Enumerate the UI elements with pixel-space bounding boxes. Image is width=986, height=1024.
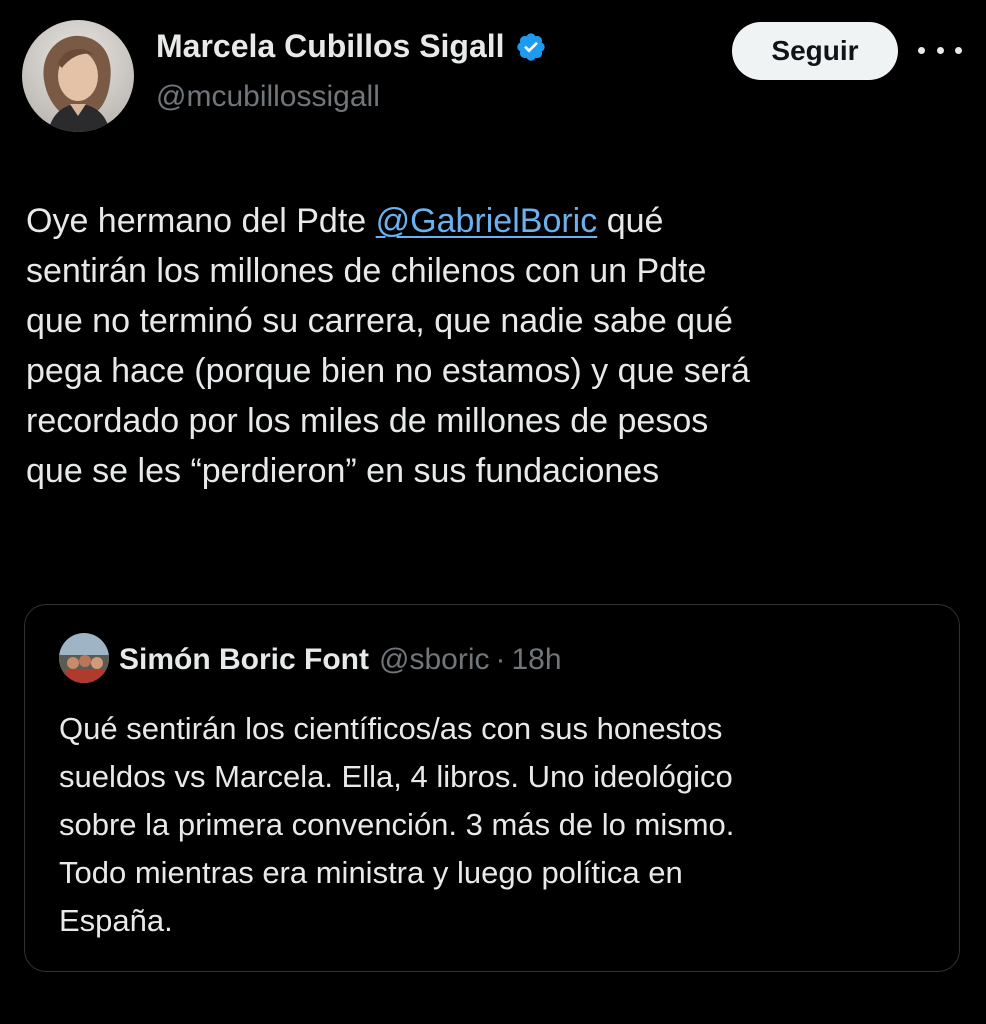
verified-badge-icon bbox=[515, 31, 547, 63]
author-display-name[interactable]: Marcela Cubillos Sigall bbox=[156, 28, 505, 65]
author-avatar[interactable] bbox=[22, 20, 134, 132]
quoted-tweet-card[interactable]: Simón Boric Font @sboric · 18h Qué senti… bbox=[24, 604, 960, 972]
tweet-line: que se les “perdieron” en sus fundacione… bbox=[26, 452, 660, 490]
author-name-row: Marcela Cubillos Sigall bbox=[156, 28, 547, 65]
follow-button[interactable]: Seguir bbox=[732, 22, 898, 80]
more-dot bbox=[955, 46, 962, 54]
quoted-tweet-line: sueldos vs Marcela. Ella, 4 libros. Uno … bbox=[59, 759, 733, 794]
tweet-body: Oye hermano del Pdte @GabrielBoric qué s… bbox=[26, 196, 956, 496]
quoted-author-name[interactable]: Simón Boric Font bbox=[119, 643, 369, 677]
tweet-line: sentirán los millones de chilenos con un… bbox=[26, 252, 707, 290]
quoted-tweet-line: sobre la primera convención. 3 más de lo… bbox=[59, 807, 735, 842]
more-dot bbox=[936, 46, 944, 54]
quoted-tweet-line: Qué sentirán los científicos/as con sus … bbox=[59, 711, 723, 746]
quoted-tweet-line: Todo mientras era ministra y luego polít… bbox=[59, 855, 683, 890]
more-options-icon[interactable] bbox=[918, 38, 962, 62]
quoted-author-handle[interactable]: @sboric bbox=[379, 643, 489, 677]
more-dot bbox=[918, 46, 925, 54]
quoted-tweet-header: Simón Boric Font @sboric · 18h bbox=[119, 643, 562, 677]
tweet-header: Marcela Cubillos Sigall @mcubillossigall… bbox=[0, 0, 986, 150]
author-handle[interactable]: @mcubillossigall bbox=[156, 80, 380, 114]
separator-dot: · bbox=[495, 643, 506, 676]
quoted-tweet-line: España. bbox=[59, 903, 173, 938]
quoted-tweet-body: Qué sentirán los científicos/as con sus … bbox=[59, 705, 939, 945]
tweet-line: que no terminó su carrera, que nadie sab… bbox=[26, 302, 733, 340]
tweet-line: Oye hermano del Pdte @GabrielBoric qué bbox=[26, 196, 956, 246]
mention-link[interactable]: @GabrielBoric bbox=[376, 202, 598, 240]
tweet-text-segment: qué bbox=[597, 202, 664, 240]
tweet-text-segment: Oye hermano del Pdte bbox=[26, 202, 376, 240]
tweet-line: recordado por los miles de millones de p… bbox=[26, 402, 709, 440]
tweet-line: pega hace (porque bien no estamos) y que… bbox=[26, 352, 750, 390]
quoted-author-avatar[interactable] bbox=[59, 633, 109, 683]
quoted-tweet-time[interactable]: 18h bbox=[511, 643, 561, 677]
